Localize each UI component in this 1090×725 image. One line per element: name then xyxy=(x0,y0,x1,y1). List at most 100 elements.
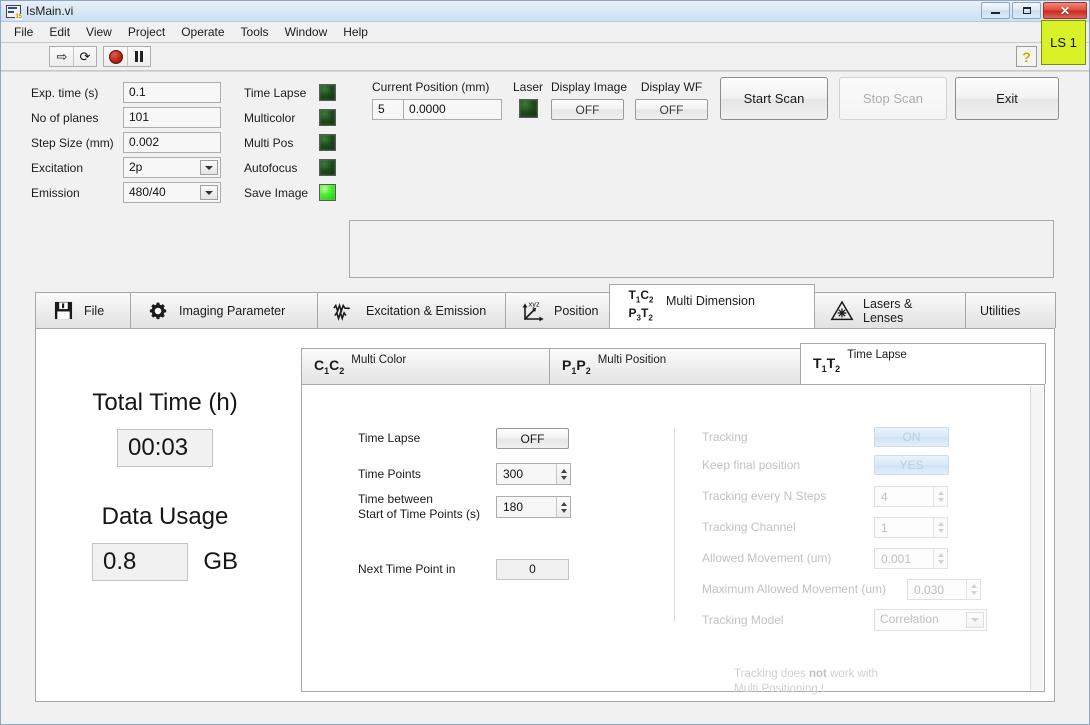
display-wf-toggle[interactable]: OFF xyxy=(635,99,708,120)
time-points-label: Time Points xyxy=(358,466,421,481)
tracking-toggle[interactable]: ON xyxy=(874,427,949,447)
led-time-lapse xyxy=(319,84,336,101)
allowed-movement-stepper[interactable]: 0.001 xyxy=(874,548,948,569)
t1t2-icon: T1T2 xyxy=(813,354,841,374)
display-wf-label: Display WF xyxy=(640,80,703,94)
current-position-value: 0.0000 xyxy=(404,99,502,120)
keep-final-position-toggle[interactable]: YES xyxy=(874,455,949,475)
menu-item-operate[interactable]: Operate xyxy=(173,23,232,41)
menu-item-help[interactable]: Help xyxy=(335,23,376,41)
led-save-image xyxy=(319,184,336,201)
run-button[interactable]: ⇨ xyxy=(50,47,73,66)
tracking-model-label: Tracking Model xyxy=(702,612,784,627)
close-button[interactable]: ✕ xyxy=(1043,2,1087,19)
emission-value: 480/40 xyxy=(129,185,166,199)
led-label-save-image: Save Image xyxy=(244,185,309,200)
toolbar: ⇨ ⟳ ? LS 1 xyxy=(1,20,1089,71)
time-lapse-toggle[interactable]: OFF xyxy=(496,428,569,449)
tcpt-subscript-icon: T1C2 P3T2 xyxy=(628,288,654,322)
start-scan-button[interactable]: Start Scan xyxy=(720,77,828,120)
emission-label: Emission xyxy=(31,185,80,200)
spinner-arrows-icon[interactable] xyxy=(933,517,948,538)
subtab-multi-position[interactable]: P1P2 Multi Position xyxy=(549,348,801,384)
led-label-multi-pos: Multi Pos xyxy=(244,135,294,150)
total-time-label: Total Time (h) xyxy=(92,389,238,416)
tab-lasers-lenses[interactable]: Lasers & Lenses xyxy=(814,292,966,328)
tab-label-utilities: Utilities xyxy=(980,303,1021,318)
abort-stop-icon xyxy=(108,49,123,64)
labview-vi-icon: 15 xyxy=(6,4,22,20)
emission-select[interactable]: 480/40 xyxy=(123,182,221,203)
no-of-planes-input[interactable]: 101 xyxy=(123,107,221,128)
pause-button[interactable] xyxy=(127,47,150,66)
run-continuously-icon: ⟳ xyxy=(79,49,91,64)
tracking-model-select[interactable]: Correlation xyxy=(874,609,987,631)
spinner-arrows-icon[interactable] xyxy=(556,463,571,485)
minimize-button[interactable] xyxy=(981,2,1010,19)
exp-time-label: Exp. time (s) xyxy=(31,85,99,100)
spinner-arrows-icon[interactable] xyxy=(933,548,948,569)
menu-item-project[interactable]: Project xyxy=(120,23,173,41)
data-usage-value: 0.8 xyxy=(91,543,188,581)
time-lapse-panel: Time Lapse OFF Time Points 300 Time betw… xyxy=(301,384,1045,695)
waveform-icon xyxy=(332,301,358,321)
no-of-planes-label: No of planes xyxy=(31,110,99,125)
exit-button[interactable]: Exit xyxy=(955,77,1059,120)
spinner-arrows-icon[interactable] xyxy=(556,496,571,518)
exp-time-input[interactable]: 0.1 xyxy=(123,82,221,103)
led-multicolor xyxy=(319,109,336,126)
tab-file[interactable]: File xyxy=(35,292,131,328)
excitation-select[interactable]: 2p xyxy=(123,157,221,178)
time-between-stepper[interactable]: 180 xyxy=(496,496,571,518)
abort-button[interactable] xyxy=(104,47,127,66)
chevron-down-icon[interactable] xyxy=(200,185,218,200)
xyz-axes-icon: xyz xyxy=(520,300,546,322)
led-label-time-lapse: Time Lapse xyxy=(244,85,307,100)
tab-label-lasers-lenses: Lasers & Lenses xyxy=(863,296,913,325)
tracking-every-n-steps-stepper[interactable]: 4 xyxy=(874,486,948,507)
spinner-arrows-icon[interactable] xyxy=(933,486,948,507)
maximize-button[interactable] xyxy=(1012,2,1041,19)
context-help-button[interactable]: ? xyxy=(1016,46,1037,67)
tracking-channel-stepper[interactable]: 1 xyxy=(874,517,948,538)
subtab-label-multi-color: Multi Color xyxy=(351,354,407,366)
tab-excitation-emission[interactable]: Excitation & Emission xyxy=(317,292,506,328)
spinner-arrows-icon[interactable] xyxy=(966,579,981,600)
subtab-label-multi-position: Multi Position xyxy=(597,354,667,366)
gear-icon xyxy=(145,301,171,321)
maximum-allowed-movement-stepper[interactable]: 0.030 xyxy=(907,579,981,600)
menu-item-view[interactable]: View xyxy=(78,23,120,41)
run-continuously-button[interactable]: ⟳ xyxy=(73,47,96,66)
vertical-scrollbar[interactable] xyxy=(1030,386,1043,690)
excitation-label: Excitation xyxy=(31,160,84,175)
menu-item-edit[interactable]: Edit xyxy=(41,23,78,41)
ls-indicator-badge: LS 1 xyxy=(1041,20,1086,65)
tracking-label: Tracking xyxy=(702,429,748,444)
time-lapse-label: Time Lapse xyxy=(358,431,421,445)
chevron-down-icon[interactable] xyxy=(966,612,984,628)
chevron-down-icon[interactable] xyxy=(200,160,218,175)
time-between-label-line1: Time between xyxy=(358,492,433,506)
tab-label-excitation-emission: Excitation & Emission xyxy=(366,303,487,318)
tab-imaging-parameter[interactable]: Imaging Parameter xyxy=(130,292,318,328)
close-icon: ✕ xyxy=(1059,3,1071,18)
subtab-time-lapse[interactable]: T1T2 Time Lapse xyxy=(800,343,1046,384)
step-size-label: Step Size (mm) xyxy=(31,135,114,150)
tab-position[interactable]: xyz Position xyxy=(505,292,610,328)
tab-label-multi-dimension: Multi Dimension xyxy=(666,294,755,308)
display-image-toggle[interactable]: OFF xyxy=(551,99,624,120)
menu-bar: File Edit View Project Operate Tools Win… xyxy=(1,21,1089,43)
step-size-input[interactable]: 0.002 xyxy=(123,132,221,153)
menu-item-file[interactable]: File xyxy=(6,23,41,41)
current-position-index[interactable]: 5 xyxy=(372,99,404,120)
menu-item-tools[interactable]: Tools xyxy=(233,23,277,41)
pause-icon xyxy=(135,51,143,62)
tab-multi-dimension[interactable]: T1C2 P3T2 Multi Dimension xyxy=(609,284,815,328)
subtab-multi-color[interactable]: C1C2 Multi Color xyxy=(301,348,550,384)
tab-utilities[interactable]: Utilities xyxy=(965,292,1056,328)
main-tab-bar: File Imaging Parameter Excitation & Emis… xyxy=(35,284,1056,328)
menu-item-window[interactable]: Window xyxy=(277,23,336,41)
title-bar: 15 IsMain.vi ✕ xyxy=(1,1,1089,21)
stop-scan-button[interactable]: Stop Scan xyxy=(839,77,947,120)
time-points-stepper[interactable]: 300 xyxy=(496,463,571,485)
